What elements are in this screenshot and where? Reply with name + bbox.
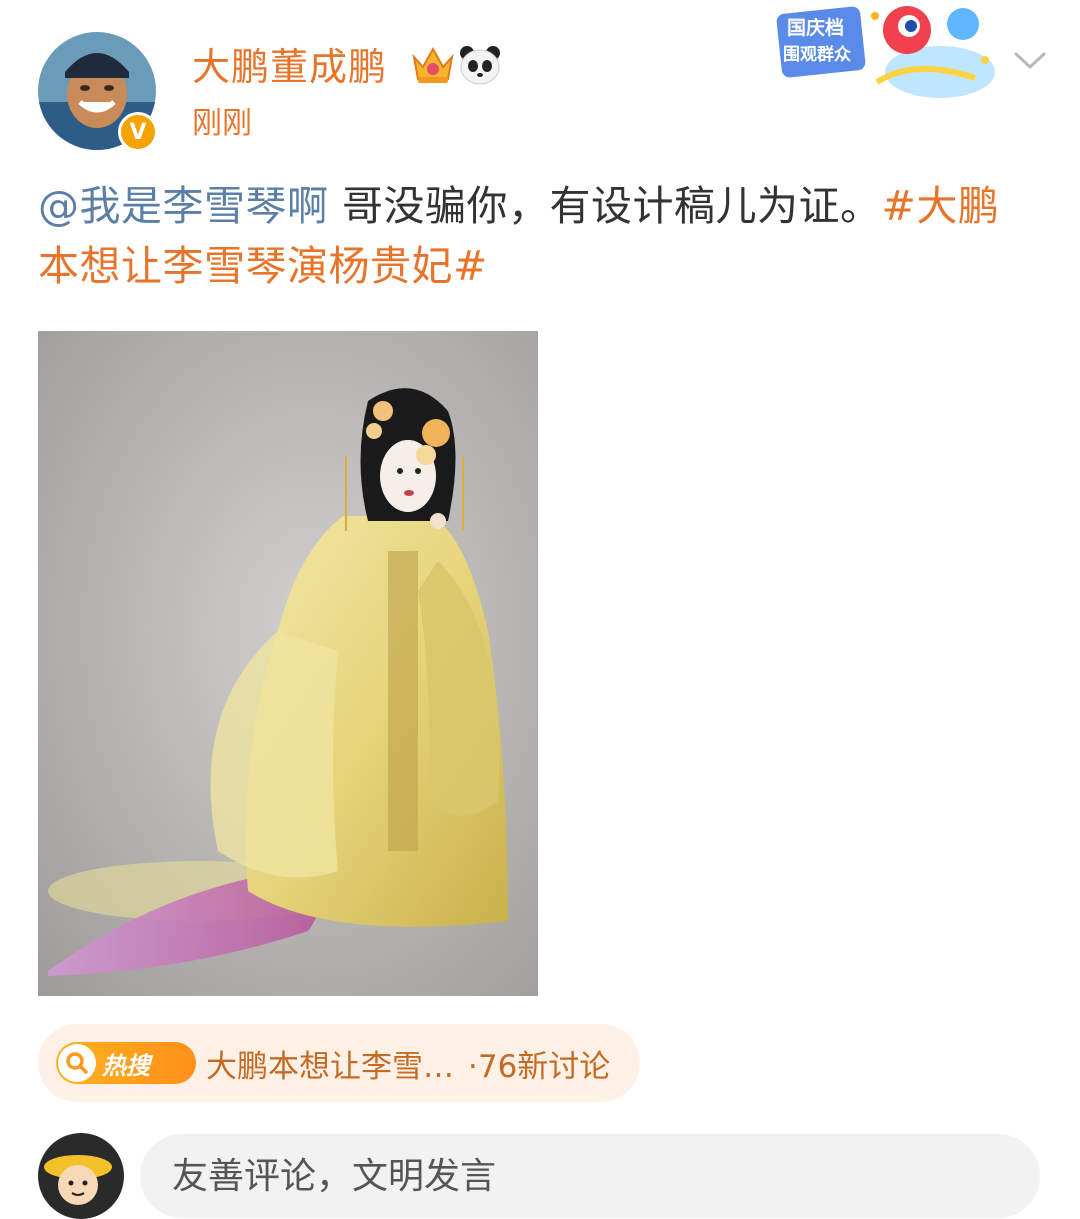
search-icon (58, 1044, 96, 1082)
post-text: @我是李雪琴啊 哥没骗你，有设计稿儿为证。#大鹏本想让李雪琴演杨贵妃# (38, 176, 1038, 296)
event-badge[interactable]: 国庆档 围观群众 (765, 2, 997, 108)
hot-search-count: ·76新讨论 (468, 1048, 611, 1085)
event-badge-line2: 围观群众 (783, 44, 852, 64)
author-name[interactable]: 大鹏董成鹏 (192, 40, 387, 94)
hot-search-tag-label: 热搜 (102, 1051, 150, 1080)
hot-search-title: 大鹏本想让李雪… (206, 1048, 454, 1085)
user-avatar[interactable] (38, 1133, 124, 1219)
post-time: 刚刚 (192, 106, 252, 141)
hot-search-chip[interactable]: 热搜 大鹏本想让李雪… ·76新讨论 (38, 1024, 640, 1102)
chevron-down-icon[interactable] (1010, 46, 1050, 74)
mention-link[interactable]: @我是李雪琴啊 (38, 182, 329, 230)
verified-icon: V (118, 112, 158, 152)
event-badge-line1: 国庆档 (787, 16, 844, 39)
hot-search-tag: 热搜 (56, 1042, 196, 1084)
comment-input[interactable] (140, 1134, 1040, 1218)
post-image[interactable] (38, 331, 538, 996)
post-body: 哥没骗你，有设计稿儿为证。 (328, 182, 882, 230)
panda-icon (458, 44, 502, 86)
crown-icon (410, 43, 456, 87)
